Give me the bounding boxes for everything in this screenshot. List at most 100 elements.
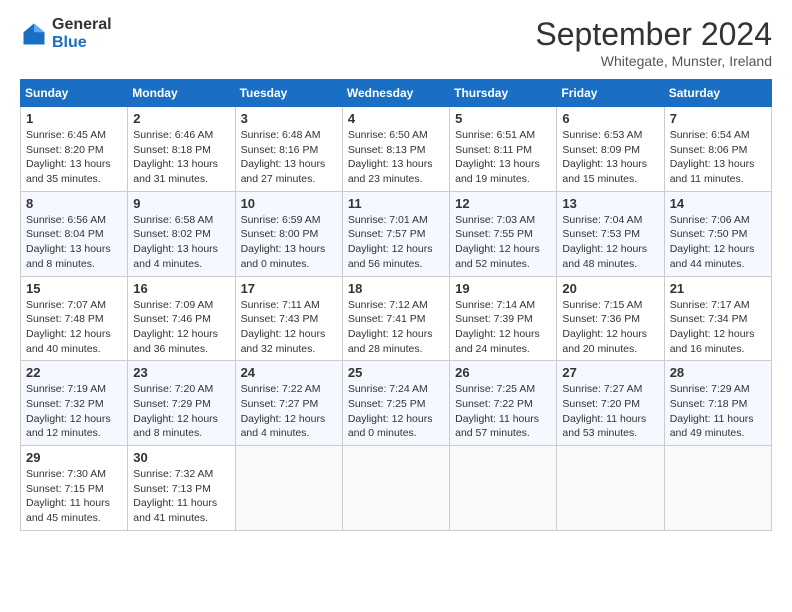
day-info: Sunrise: 6:58 AMSunset: 8:02 PMDaylight:… — [133, 213, 229, 272]
day-info: Sunrise: 7:04 AMSunset: 7:53 PMDaylight:… — [562, 213, 658, 272]
calendar-cell: 7 Sunrise: 6:54 AMSunset: 8:06 PMDaylight… — [664, 107, 771, 192]
logo-text: General Blue — [52, 16, 112, 51]
calendar-cell — [450, 446, 557, 531]
col-header-friday: Friday — [557, 80, 664, 107]
calendar-cell: 4 Sunrise: 6:50 AMSunset: 8:13 PMDaylight… — [342, 107, 449, 192]
day-number: 14 — [670, 196, 766, 211]
day-info: Sunrise: 7:17 AMSunset: 7:34 PMDaylight:… — [670, 298, 766, 357]
calendar-cell: 28 Sunrise: 7:29 AMSunset: 7:18 PMDayligh… — [664, 361, 771, 446]
day-info: Sunrise: 6:56 AMSunset: 8:04 PMDaylight:… — [26, 213, 122, 272]
day-number: 30 — [133, 450, 229, 465]
day-info: Sunrise: 7:09 AMSunset: 7:46 PMDaylight:… — [133, 298, 229, 357]
day-info: Sunrise: 7:12 AMSunset: 7:41 PMDaylight:… — [348, 298, 444, 357]
day-number: 22 — [26, 365, 122, 380]
day-number: 16 — [133, 281, 229, 296]
day-number: 4 — [348, 111, 444, 126]
calendar-cell: 14Sunrise: 7:06 AMSunset: 7:50 PMDayligh… — [664, 191, 771, 276]
calendar-week-row: 1Sunrise: 6:45 AMSunset: 8:20 PMDaylight… — [21, 107, 772, 192]
calendar-cell: 11Sunrise: 7:01 AMSunset: 7:57 PMDayligh… — [342, 191, 449, 276]
day-number: 23 — [133, 365, 229, 380]
day-info: Sunrise: 6:51 AMSunset: 8:11 PMDaylight:… — [455, 128, 551, 187]
title-block: September 2024 Whitegate, Munster, Irela… — [535, 16, 772, 69]
calendar-cell: 24 Sunrise: 7:22 AMSunset: 7:27 PMDayligh… — [235, 361, 342, 446]
day-number: 6 — [562, 111, 658, 126]
day-info: Sunrise: 6:46 AMSunset: 8:18 PMDaylight:… — [133, 128, 229, 187]
day-number: 8 — [26, 196, 122, 211]
calendar-cell: 15Sunrise: 7:07 AMSunset: 7:48 PMDayligh… — [21, 276, 128, 361]
calendar-cell: 3Sunrise: 6:48 AMSunset: 8:16 PMDaylight… — [235, 107, 342, 192]
day-info: Sunrise: 7:29 AMSunset: 7:18 PMDaylight:… — [670, 382, 766, 441]
calendar-cell: 30 Sunrise: 7:32 AMSunset: 7:13 PMDayligh… — [128, 446, 235, 531]
day-number: 26 — [455, 365, 551, 380]
day-info: Sunrise: 7:25 AMSunset: 7:22 PMDaylight:… — [455, 382, 551, 441]
calendar-week-row: 29Sunrise: 7:30 AMSunset: 7:15 PMDayligh… — [21, 446, 772, 531]
calendar-cell — [342, 446, 449, 531]
day-info: Sunrise: 7:03 AMSunset: 7:55 PMDaylight:… — [455, 213, 551, 272]
logo-blue-text: Blue — [52, 34, 112, 52]
day-info: Sunrise: 7:24 AMSunset: 7:25 PMDaylight:… — [348, 382, 444, 441]
day-number: 18 — [348, 281, 444, 296]
calendar-cell: 18 Sunrise: 7:12 AMSunset: 7:41 PMDayligh… — [342, 276, 449, 361]
day-number: 21 — [670, 281, 766, 296]
day-info: Sunrise: 7:07 AMSunset: 7:48 PMDaylight:… — [26, 298, 122, 357]
col-header-thursday: Thursday — [450, 80, 557, 107]
calendar-cell: 1Sunrise: 6:45 AMSunset: 8:20 PMDaylight… — [21, 107, 128, 192]
day-number: 24 — [241, 365, 337, 380]
col-header-tuesday: Tuesday — [235, 80, 342, 107]
calendar-cell — [557, 446, 664, 531]
logo-general-text: General — [52, 16, 112, 34]
day-number: 1 — [26, 111, 122, 126]
day-number: 13 — [562, 196, 658, 211]
day-number: 20 — [562, 281, 658, 296]
col-header-wednesday: Wednesday — [342, 80, 449, 107]
day-number: 28 — [670, 365, 766, 380]
calendar-cell: 5 Sunrise: 6:51 AMSunset: 8:11 PMDaylight… — [450, 107, 557, 192]
location-text: Whitegate, Munster, Ireland — [535, 53, 772, 69]
day-info: Sunrise: 6:53 AMSunset: 8:09 PMDaylight:… — [562, 128, 658, 187]
calendar-cell: 22 Sunrise: 7:19 AMSunset: 7:32 PMDayligh… — [21, 361, 128, 446]
day-info: Sunrise: 7:15 AMSunset: 7:36 PMDaylight:… — [562, 298, 658, 357]
col-header-monday: Monday — [128, 80, 235, 107]
day-info: Sunrise: 6:54 AMSunset: 8:06 PMDaylight:… — [670, 128, 766, 187]
day-info: Sunrise: 7:19 AMSunset: 7:32 PMDaylight:… — [26, 382, 122, 441]
day-number: 7 — [670, 111, 766, 126]
day-number: 5 — [455, 111, 551, 126]
day-info: Sunrise: 6:50 AMSunset: 8:13 PMDaylight:… — [348, 128, 444, 187]
calendar-cell: 13 Sunrise: 7:04 AMSunset: 7:53 PMDayligh… — [557, 191, 664, 276]
calendar-cell: 21 Sunrise: 7:17 AMSunset: 7:34 PMDayligh… — [664, 276, 771, 361]
calendar-week-row: 15Sunrise: 7:07 AMSunset: 7:48 PMDayligh… — [21, 276, 772, 361]
day-number: 25 — [348, 365, 444, 380]
day-number: 3 — [241, 111, 337, 126]
calendar-cell: 2 Sunrise: 6:46 AMSunset: 8:18 PMDaylight… — [128, 107, 235, 192]
calendar-cell — [664, 446, 771, 531]
logo-icon — [20, 20, 48, 48]
calendar-cell: 25 Sunrise: 7:24 AMSunset: 7:25 PMDayligh… — [342, 361, 449, 446]
day-number: 10 — [241, 196, 337, 211]
logo: General Blue — [20, 16, 112, 51]
day-number: 12 — [455, 196, 551, 211]
calendar-cell: 20 Sunrise: 7:15 AMSunset: 7:36 PMDayligh… — [557, 276, 664, 361]
col-header-saturday: Saturday — [664, 80, 771, 107]
day-info: Sunrise: 7:30 AMSunset: 7:15 PMDaylight:… — [26, 467, 122, 526]
day-info: Sunrise: 7:11 AMSunset: 7:43 PMDaylight:… — [241, 298, 337, 357]
calendar-cell: 16 Sunrise: 7:09 AMSunset: 7:46 PMDayligh… — [128, 276, 235, 361]
day-info: Sunrise: 7:32 AMSunset: 7:13 PMDaylight:… — [133, 467, 229, 526]
calendar-cell: 29Sunrise: 7:30 AMSunset: 7:15 PMDayligh… — [21, 446, 128, 531]
day-info: Sunrise: 6:59 AMSunset: 8:00 PMDaylight:… — [241, 213, 337, 272]
calendar-cell: 9 Sunrise: 6:58 AMSunset: 8:02 PMDaylight… — [128, 191, 235, 276]
day-number: 19 — [455, 281, 551, 296]
day-info: Sunrise: 7:01 AMSunset: 7:57 PMDaylight:… — [348, 213, 444, 272]
day-info: Sunrise: 7:22 AMSunset: 7:27 PMDaylight:… — [241, 382, 337, 441]
calendar-cell — [235, 446, 342, 531]
calendar-cell: 19 Sunrise: 7:14 AMSunset: 7:39 PMDayligh… — [450, 276, 557, 361]
page-header: General Blue September 2024 Whitegate, M… — [20, 16, 772, 69]
calendar-cell: 6 Sunrise: 6:53 AMSunset: 8:09 PMDaylight… — [557, 107, 664, 192]
day-number: 27 — [562, 365, 658, 380]
day-info: Sunrise: 7:14 AMSunset: 7:39 PMDaylight:… — [455, 298, 551, 357]
day-number: 2 — [133, 111, 229, 126]
calendar-week-row: 22 Sunrise: 7:19 AMSunset: 7:32 PMDayligh… — [21, 361, 772, 446]
calendar-cell: 17Sunrise: 7:11 AMSunset: 7:43 PMDayligh… — [235, 276, 342, 361]
day-number: 9 — [133, 196, 229, 211]
calendar-cell: 10 Sunrise: 6:59 AMSunset: 8:00 PMDayligh… — [235, 191, 342, 276]
day-info: Sunrise: 7:20 AMSunset: 7:29 PMDaylight:… — [133, 382, 229, 441]
